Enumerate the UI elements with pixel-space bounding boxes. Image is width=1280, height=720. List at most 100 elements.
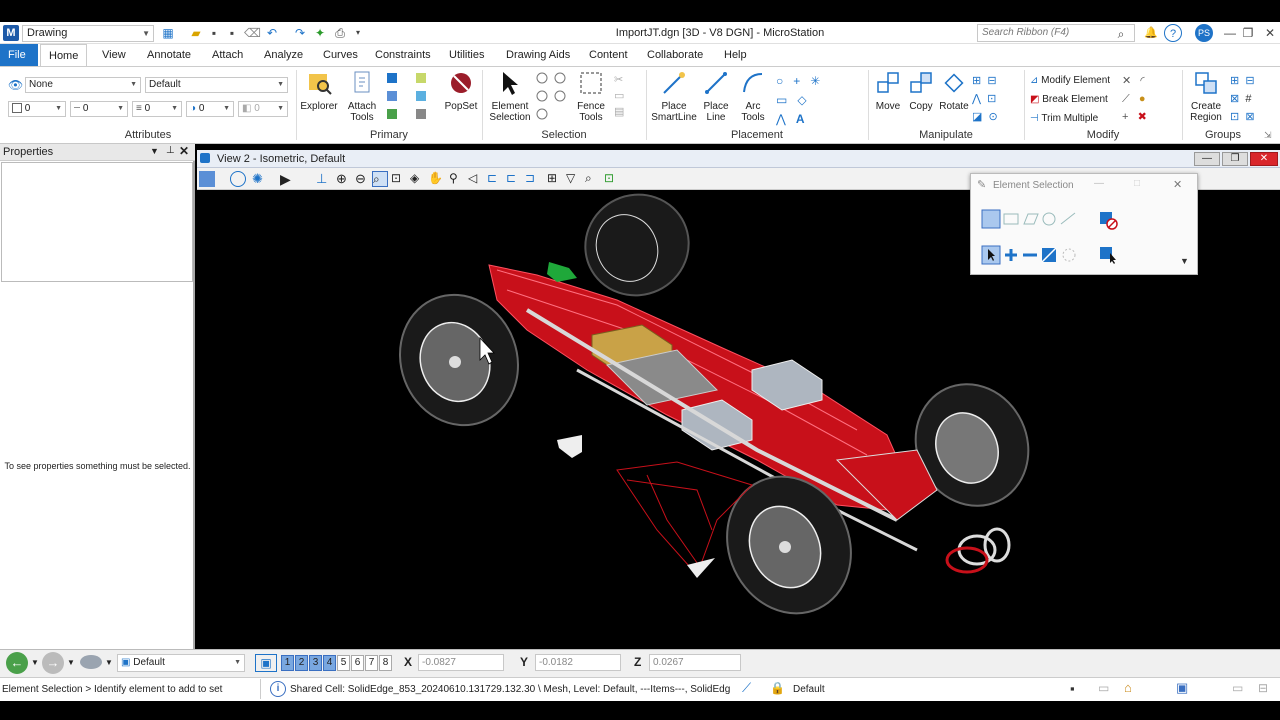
view-8-button[interactable]: 8: [379, 655, 392, 671]
graphic-group-icon[interactable]: ⊠: [1230, 93, 1239, 105]
scale-icon[interactable]: ⊞: [972, 75, 981, 87]
level-display-icon[interactable]: 👁: [8, 78, 23, 92]
copy-button[interactable]: Copy: [905, 70, 937, 112]
view-4-button[interactable]: 4: [323, 655, 336, 671]
text-style-combo[interactable]: Default ▼: [145, 77, 288, 93]
trim-icon[interactable]: ✕: [1122, 75, 1131, 87]
user-avatar[interactable]: PS: [1195, 24, 1213, 42]
saved-views-icon[interactable]: [80, 655, 102, 669]
dialog-launcher-icon[interactable]: ⇲: [1264, 130, 1272, 141]
modify-element-button[interactable]: ⊿ Modify Element: [1030, 71, 1110, 90]
back-icon[interactable]: ←: [6, 652, 28, 674]
view-minimize-icon[interactable]: —: [1194, 152, 1220, 166]
tab-curves[interactable]: Curves: [315, 44, 366, 66]
view-next-icon[interactable]: ⊏: [487, 171, 503, 187]
clip-volume-icon[interactable]: ⊞: [547, 171, 563, 187]
filter-icon[interactable]: ▽: [566, 171, 582, 187]
panel-options-icon[interactable]: ▼: [150, 146, 159, 156]
fillet-icon[interactable]: ◜: [1140, 75, 1144, 87]
microstation-logo[interactable]: M: [3, 25, 19, 41]
circle-icon[interactable]: ○: [776, 74, 783, 88]
more-primary-icon[interactable]: [416, 109, 426, 119]
create-region-button[interactable]: Create Region: [1186, 70, 1226, 123]
rotate-button[interactable]: Rotate: [937, 70, 971, 112]
select-all-set-icon[interactable]: [1098, 245, 1118, 265]
forward-dropdown-icon[interactable]: ▼: [67, 658, 75, 667]
models-icon[interactable]: [387, 73, 397, 83]
tab-analyze[interactable]: Analyze: [256, 44, 311, 66]
tab-attach[interactable]: Attach: [204, 44, 251, 66]
move-button[interactable]: Move: [872, 70, 904, 112]
magnifier-icon[interactable]: ⌕: [585, 171, 601, 187]
paste-icon[interactable]: ▤: [614, 104, 642, 120]
home-icon[interactable]: ⌂: [1124, 680, 1132, 695]
transparency-combo[interactable]: ◑ 0 ▼: [186, 101, 234, 117]
fence-tools-button[interactable]: Fence Tools: [572, 70, 610, 123]
cell-icon[interactable]: ✳: [810, 74, 820, 88]
named-boundary-icon[interactable]: ⊠: [1245, 111, 1254, 123]
spin-icon[interactable]: ⊙: [989, 111, 998, 123]
maximize-icon[interactable]: ❐: [1240, 24, 1256, 42]
pin-icon[interactable]: ✦: [312, 24, 328, 42]
view-5-button[interactable]: 5: [337, 655, 350, 671]
view-close-icon[interactable]: ✕: [1250, 152, 1278, 166]
view-restore-icon[interactable]: ❐: [1222, 152, 1248, 166]
tab-content[interactable]: Content: [581, 44, 636, 66]
tab-constraints[interactable]: Constraints: [367, 44, 439, 66]
edit-status-icon[interactable]: ▭: [1098, 681, 1109, 695]
delete-icon[interactable]: ✖: [1138, 111, 1147, 123]
tab-view[interactable]: View: [94, 44, 134, 66]
levels-icon[interactable]: [416, 73, 426, 83]
view-previous-icon[interactable]: ◁: [468, 171, 484, 187]
saved-views-dropdown-icon[interactable]: ▼: [105, 658, 113, 667]
open-icon[interactable]: ▰: [188, 24, 204, 42]
update-view-icon[interactable]: ⊥: [316, 171, 332, 187]
shape-method-icon[interactable]: [1023, 213, 1039, 225]
view-settings-icon[interactable]: ⊐: [525, 171, 541, 187]
walk-icon[interactable]: ⚲: [449, 171, 465, 187]
copy-view-icon[interactable]: ⊏: [506, 171, 522, 187]
raster-icon[interactable]: [416, 91, 426, 101]
search-ribbon-input[interactable]: Search Ribbon (F4): [977, 24, 1135, 42]
point-icon[interactable]: +: [793, 74, 800, 88]
lighting-icon[interactable]: ✺: [252, 171, 268, 187]
break-element-button[interactable]: ◩ Break Element: [1030, 90, 1110, 109]
diamond-icon[interactable]: ◇: [797, 93, 806, 107]
es-close-icon[interactable]: ✕: [1173, 178, 1182, 191]
pan-icon[interactable]: ✋: [428, 171, 444, 187]
place-smartline-button[interactable]: Place SmartLine: [650, 70, 698, 123]
key-in-icon[interactable]: [387, 109, 397, 119]
mirror-icon[interactable]: ⊟: [987, 75, 996, 87]
zoom-out-icon[interactable]: ⊖: [355, 171, 371, 187]
clear-mode-icon[interactable]: [1062, 248, 1076, 262]
view-6-button[interactable]: 6: [351, 655, 364, 671]
place-line-button[interactable]: Place Line: [700, 70, 732, 123]
group-icon[interactable]: ⊞: [1230, 75, 1239, 87]
save-status-icon[interactable]: ▪: [1070, 681, 1075, 696]
tab-help[interactable]: Help: [716, 44, 755, 66]
workflow-select[interactable]: Drawing ▼: [22, 25, 154, 42]
tab-annotate[interactable]: Annotate: [139, 44, 199, 66]
es-maximize-icon[interactable]: □: [1134, 178, 1140, 189]
circle-method-icon[interactable]: [1042, 212, 1056, 226]
tab-file[interactable]: File: [0, 44, 38, 66]
priority-combo[interactable]: ◧ 0 ▼: [238, 101, 288, 117]
lock-icon[interactable]: 🔒: [770, 681, 785, 695]
accudraw-icon[interactable]: ⟋: [742, 680, 764, 698]
color-combo[interactable]: 0 ▼: [8, 101, 66, 117]
stretch-icon[interactable]: ◪: [972, 111, 982, 123]
grid-icon[interactable]: #: [1245, 93, 1251, 105]
multiline-icon[interactable]: ⋀: [776, 112, 786, 126]
fit-view-icon[interactable]: ⊡: [391, 171, 407, 187]
view-2-button[interactable]: 2: [295, 655, 308, 671]
y-coordinate-field[interactable]: -0.0182: [535, 654, 621, 671]
redo-icon[interactable]: ↷: [292, 24, 308, 42]
es-minimize-icon[interactable]: —: [1094, 178, 1104, 189]
compress-icon[interactable]: ⌫: [244, 24, 261, 42]
sync-icon[interactable]: ⊟: [1258, 681, 1268, 695]
clear-selection-set-icon[interactable]: [1098, 210, 1118, 230]
properties-icon[interactable]: ●: [1139, 93, 1146, 105]
forward-icon[interactable]: →: [42, 652, 64, 674]
zoom-in-icon[interactable]: ⊕: [336, 171, 352, 187]
linestyle-combo[interactable]: ┄ 0 ▼: [70, 101, 128, 117]
